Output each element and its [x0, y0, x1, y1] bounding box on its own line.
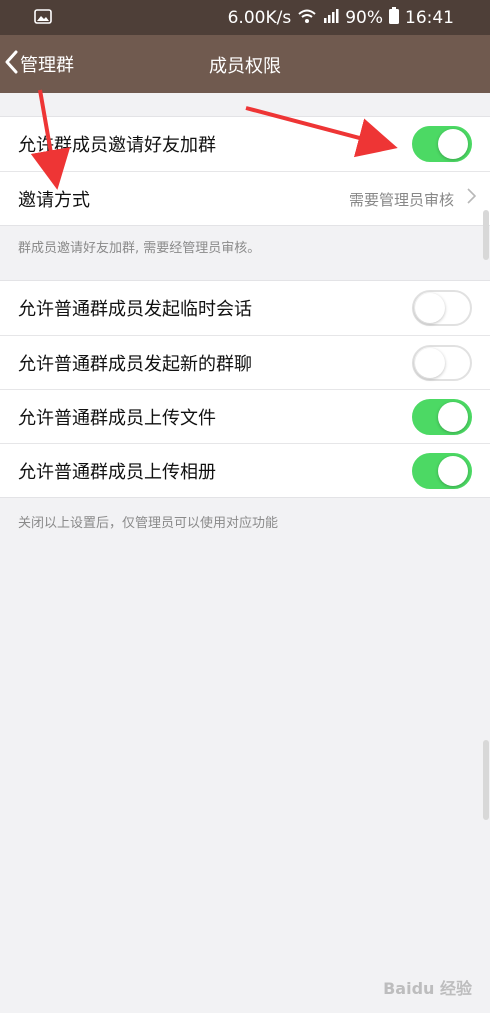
- wifi-icon: [297, 8, 317, 29]
- page-title: 成员权限: [209, 56, 281, 77]
- scroll-indicator: [483, 210, 489, 260]
- invite-friends-toggle[interactable]: [412, 126, 472, 162]
- member-permissions-group: 允许普通群成员发起临时会话 允许普通群成员发起新的群聊 允许普通群成员上传文件 …: [0, 280, 490, 498]
- setting-row-upload-album: 允许普通群成员上传相册: [0, 443, 490, 497]
- toggle-knob: [438, 402, 468, 432]
- status-right: 6.00K/s 90% 16:41: [228, 7, 454, 29]
- gallery-icon: [34, 9, 52, 29]
- toggle-knob: [438, 129, 468, 159]
- upload-album-toggle[interactable]: [412, 453, 472, 489]
- scroll-indicator: [483, 740, 489, 820]
- toggle-knob: [415, 348, 445, 378]
- toggle-knob: [415, 293, 445, 323]
- network-speed: 6.00K/s: [227, 8, 292, 28]
- setting-row-new-group: 允许普通群成员发起新的群聊: [0, 335, 490, 389]
- setting-row-invite-method[interactable]: 邀请方式 需要管理员审核: [0, 171, 490, 225]
- clock: 16:41: [405, 8, 454, 28]
- status-bar: 6.00K/s 90% 16:41: [0, 0, 490, 35]
- setting-row-temp-chat: 允许普通群成员发起临时会话: [0, 281, 490, 335]
- section-note: 群成员邀请好友加群, 需要经管理员审核。: [18, 241, 261, 256]
- section-note: 关闭以上设置后，仅管理员可以使用对应功能: [18, 516, 279, 531]
- temp-chat-toggle[interactable]: [412, 290, 472, 326]
- invite-settings-group: 允许群成员邀请好友加群 邀请方式 需要管理员审核: [0, 116, 490, 226]
- battery-icon: [389, 7, 399, 29]
- upload-files-toggle[interactable]: [412, 399, 472, 435]
- watermark-logo: Baidu 经验: [383, 979, 472, 998]
- toggle-knob: [438, 456, 468, 486]
- invite-method-value: 需要管理员审核: [348, 191, 454, 209]
- setting-row-invite-friends: 允许群成员邀请好友加群: [0, 117, 490, 171]
- signal-icon: [323, 8, 339, 28]
- new-group-toggle[interactable]: [412, 345, 472, 381]
- nav-bar: 管理群 成员权限: [0, 35, 490, 93]
- battery-percent: 90%: [345, 8, 383, 28]
- setting-row-upload-files: 允许普通群成员上传文件: [0, 389, 490, 443]
- chevron-right-icon: [467, 188, 477, 209]
